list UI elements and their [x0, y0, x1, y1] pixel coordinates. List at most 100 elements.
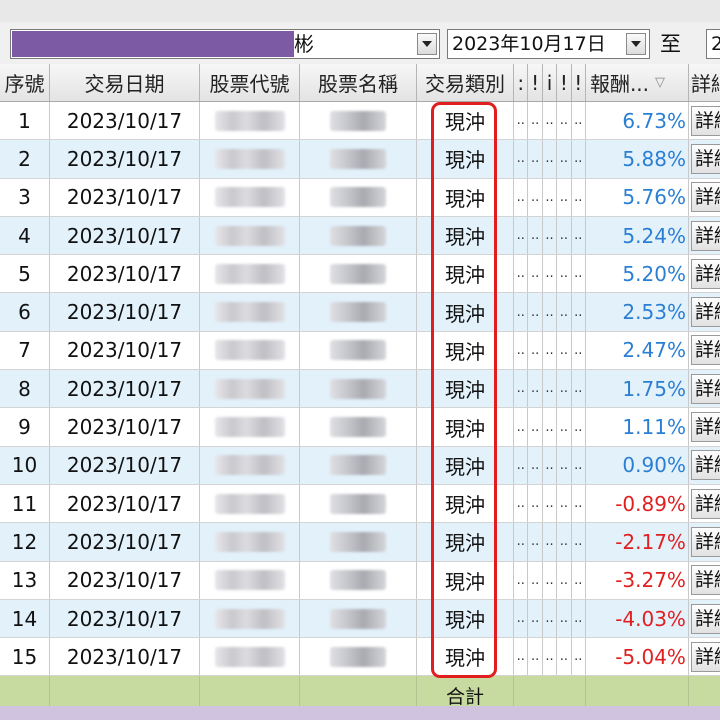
redacted-account-name	[12, 31, 294, 57]
row-detail-cell: 詳細	[689, 217, 720, 254]
row-detail-cell: 詳細	[689, 408, 720, 445]
detail-button[interactable]: 詳細	[690, 105, 720, 136]
header-return[interactable]: 報酬... ▽	[586, 64, 689, 101]
row-seq: 13	[0, 561, 50, 599]
row-narrow-cell: ..	[572, 140, 586, 178]
row-stock-code-redacted	[200, 599, 300, 638]
row-narrow-cell: ..	[528, 255, 543, 293]
detail-button[interactable]: 詳細	[690, 565, 720, 596]
row-trade-type: 現沖	[417, 102, 514, 140]
redacted-blur	[214, 225, 285, 246]
row-detail-cell: 詳細	[689, 562, 720, 599]
row-narrow-cell: ..	[543, 523, 558, 561]
row-trade-date: 2023/10/17	[50, 446, 200, 484]
detail-button[interactable]: 詳細	[690, 220, 720, 251]
total-cell	[50, 676, 200, 707]
row-trade-date: 2023/10/17	[50, 293, 200, 331]
header-trade-date[interactable]: 交易日期	[50, 64, 200, 101]
detail-button[interactable]: 詳細	[690, 450, 720, 481]
row-trade-type: 現沖	[417, 140, 514, 178]
row-stock-name-redacted	[300, 178, 417, 216]
row-narrow-cell: ..	[557, 484, 572, 523]
end-date-picker[interactable]: 2	[706, 29, 720, 59]
row-stock-name-redacted	[300, 599, 417, 638]
row-stock-code-redacted	[200, 140, 300, 178]
row-narrow-cell: ..	[572, 293, 586, 331]
table-row[interactable]: 142023/10/17現沖..........-4.03%詳細	[0, 599, 720, 639]
header-narrow-col[interactable]: i	[543, 64, 558, 101]
row-narrow-cell: ..	[543, 102, 558, 140]
row-seq: 14	[0, 599, 50, 638]
table-row[interactable]: 72023/10/17現沖..........2.47%詳細	[0, 331, 720, 371]
row-stock-code-redacted	[200, 446, 300, 484]
header-stock-code[interactable]: 股票代號	[200, 64, 300, 101]
detail-button[interactable]: 詳細	[690, 603, 720, 634]
detail-button[interactable]: 詳細	[690, 297, 720, 328]
table-row[interactable]: 102023/10/17現沖..........0.90%詳細	[0, 446, 720, 485]
detail-button[interactable]: 詳細	[690, 373, 720, 404]
row-stock-code-redacted	[200, 293, 300, 331]
table-row[interactable]: 22023/10/17現沖..........5.88%詳細	[0, 140, 720, 179]
redacted-blur	[330, 570, 386, 591]
row-seq: 5	[0, 255, 50, 293]
account-combobox[interactable]: 彬	[10, 29, 440, 59]
detail-button[interactable]: 詳細	[690, 143, 720, 174]
table-row[interactable]: 152023/10/17現沖..........-5.04%詳細	[0, 638, 720, 677]
detail-button[interactable]: 詳細	[690, 182, 720, 213]
total-cell	[0, 676, 50, 707]
chevron-down-icon[interactable]	[626, 33, 646, 55]
row-narrow-cell: ..	[528, 446, 543, 484]
table-row[interactable]: 92023/10/17現沖..........1.11%詳細	[0, 408, 720, 447]
row-seq: 11	[0, 484, 50, 523]
table-row[interactable]: 122023/10/17現沖..........-2.17%詳細	[0, 523, 720, 562]
header-narrow-col[interactable]: :	[514, 64, 529, 101]
start-date-picker[interactable]: 2023年10月17日	[447, 29, 650, 59]
row-detail-cell: 詳細	[689, 600, 720, 637]
row-narrow-cell: ..	[572, 331, 586, 370]
row-trade-type: 現沖	[417, 293, 514, 331]
table-row[interactable]: 32023/10/17現沖..........5.76%詳細	[0, 178, 720, 217]
row-stock-name-redacted	[300, 408, 417, 446]
header-narrow-col[interactable]: !	[528, 64, 543, 101]
row-stock-code-redacted	[200, 408, 300, 446]
row-narrow-cell: ..	[543, 331, 558, 370]
header-stock-name[interactable]: 股票名稱	[300, 64, 417, 101]
table-row[interactable]: 52023/10/17現沖..........5.20%詳細	[0, 255, 720, 294]
header-narrow-col[interactable]: !	[557, 64, 572, 101]
row-trade-date: 2023/10/17	[50, 484, 200, 523]
chevron-down-icon[interactable]	[417, 33, 437, 55]
row-trade-type: 現沖	[417, 599, 514, 638]
header-seq[interactable]: 序號	[0, 64, 50, 101]
detail-button[interactable]: 詳細	[690, 526, 720, 557]
table-row[interactable]: 112023/10/17現沖..........-0.89%詳細	[0, 484, 720, 524]
row-seq: 15	[0, 638, 50, 676]
sort-desc-icon: ▽	[655, 75, 666, 90]
row-detail-cell: 詳細	[689, 523, 720, 560]
row-narrow-cell: ..	[514, 561, 529, 599]
header-detail[interactable]: 詳細	[689, 64, 720, 101]
total-return	[586, 676, 689, 707]
row-narrow-cell: ..	[557, 178, 572, 216]
redacted-blur	[330, 263, 386, 284]
detail-button[interactable]: 詳細	[690, 335, 720, 366]
row-detail-cell: 詳細	[689, 255, 720, 292]
row-seq: 9	[0, 408, 50, 446]
detail-button[interactable]: 詳細	[690, 258, 720, 289]
table-row[interactable]: 42023/10/17現沖..........5.24%詳細	[0, 216, 720, 256]
header-narrow-col[interactable]: !	[572, 64, 586, 101]
row-return: 5.20%	[586, 255, 689, 293]
detail-button[interactable]: 詳細	[690, 641, 720, 672]
row-narrow-cell: ..	[543, 408, 558, 446]
table-row[interactable]: 132023/10/17現沖..........-3.27%詳細	[0, 561, 720, 600]
detail-button[interactable]: 詳細	[690, 488, 720, 519]
table-row[interactable]: 82023/10/17現沖..........1.75%詳細	[0, 370, 720, 409]
table-row[interactable]: 12023/10/17現沖..........6.73%詳細	[0, 102, 720, 141]
row-seq: 7	[0, 331, 50, 370]
row-trade-type: 現沖	[417, 331, 514, 370]
header-trade-type[interactable]: 交易類別	[417, 64, 514, 101]
row-narrow-cell: ..	[543, 255, 558, 293]
row-trade-date: 2023/10/17	[50, 523, 200, 561]
row-narrow-cell: ..	[514, 408, 529, 446]
table-row[interactable]: 62023/10/17現沖..........2.53%詳細	[0, 293, 720, 332]
detail-button[interactable]: 詳細	[690, 412, 720, 443]
